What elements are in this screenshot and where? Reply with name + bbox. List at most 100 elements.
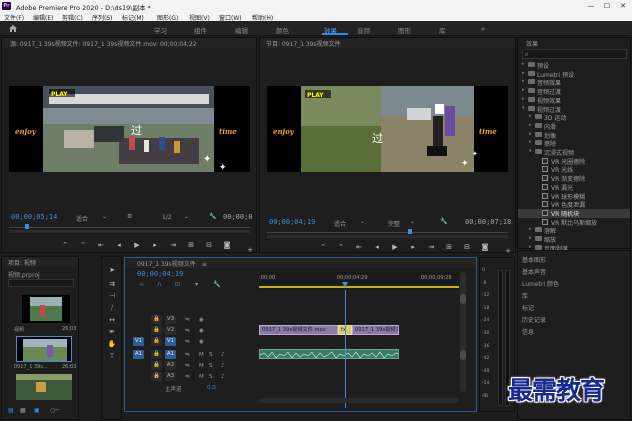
chevron-down-icon[interactable]: ▾ <box>522 105 525 111</box>
chevron-down-icon[interactable]: ⌄ <box>410 218 415 225</box>
chevron-right-icon[interactable]: ▸ <box>529 122 532 128</box>
step-back-icon[interactable]: ◂ <box>114 240 124 250</box>
track-lock-icon[interactable]: 🔒 <box>151 372 162 381</box>
go-to-in-icon[interactable]: ⇤ <box>96 240 106 250</box>
eye-icon[interactable]: ◉ <box>199 339 204 345</box>
project-thumbnail-2[interactable] <box>16 336 72 362</box>
chevron-right-icon[interactable]: ▸ <box>529 244 532 250</box>
timeline-header[interactable]: 0917_1 39s视频文件 ≡ <box>125 258 476 268</box>
lift-icon[interactable]: ⊞ <box>444 242 454 252</box>
workspace-more-icon[interactable]: » <box>481 25 485 33</box>
effects-tree-item[interactable]: VR 光线 <box>518 165 630 174</box>
effects-tree-item[interactable]: VR 随机块 <box>518 208 630 218</box>
camera-icon[interactable]: ◙ <box>480 242 490 252</box>
effects-search-input[interactable]: ⌕ <box>522 49 627 59</box>
eye-icon[interactable]: ◉ <box>199 317 204 323</box>
workspace-tab-color[interactable]: 颜色 <box>276 25 289 35</box>
track-name[interactable]: V1 <box>165 337 176 346</box>
workspace-tab-libraries[interactable]: 库 <box>439 25 446 35</box>
source-patch-v1[interactable]: V1 <box>133 337 144 346</box>
chevron-right-icon[interactable]: ▸ <box>522 61 525 67</box>
add-marker-icon[interactable]: ▾ <box>195 281 198 288</box>
step-forward-icon[interactable]: ▸ <box>408 242 418 252</box>
effects-tree-item[interactable]: VR 漏光 <box>518 183 630 192</box>
timeline-horizontal-scrollbar[interactable] <box>259 398 459 403</box>
slip-tool-icon[interactable]: ↔ <box>107 315 117 325</box>
minimize-button[interactable]: — <box>584 1 598 11</box>
mark-out-icon[interactable]: ⌃ <box>336 242 346 252</box>
overwrite-icon[interactable]: ⊟ <box>204 240 214 250</box>
icon-view-icon[interactable]: ▦ <box>20 407 26 414</box>
workspace-tab-learn[interactable]: 学习 <box>154 25 167 35</box>
program-fit-select[interactable]: 适合 <box>334 219 346 228</box>
sync-lock-icon[interactable]: ⇋ <box>185 363 190 369</box>
effects-tree-item[interactable]: ▾ 沉浸式视频 <box>518 148 630 157</box>
track-name[interactable]: V3 <box>165 315 176 324</box>
timeline-ruler[interactable]: :00;00 00;00;04;29 00;00;09;29 <box>259 272 459 290</box>
master-volume-value[interactable]: 0.0 <box>207 385 216 391</box>
effects-tree-item[interactable]: ▸ Lumetri 预设 <box>518 70 630 79</box>
clip-a1[interactable] <box>259 349 399 359</box>
program-monitor-header[interactable]: 节目: 0917_1 39s视频文件 <box>260 38 515 48</box>
razor-tool-icon[interactable]: ⧸ <box>107 303 117 313</box>
effects-tree-item[interactable]: ▸ 内滑 <box>518 122 630 131</box>
effects-tree-item[interactable]: ▸ 视频效果 <box>518 96 630 105</box>
track-lock-icon[interactable]: 🔒 <box>151 337 162 346</box>
effects-tree-item[interactable]: ▸ 溶解 <box>518 226 630 235</box>
home-icon[interactable] <box>8 24 18 33</box>
insert-icon[interactable]: ⊞ <box>186 240 196 250</box>
side-panel-libraries[interactable]: 库 <box>522 291 528 300</box>
track-name[interactable]: A1 <box>165 350 176 359</box>
linked-selection-icon[interactable]: ⊡ <box>175 281 180 288</box>
chevron-down-icon[interactable]: ⌄ <box>360 218 365 225</box>
clip-v2-b[interactable]: 0917_1 39s视频文件.mo <box>352 325 399 335</box>
camera-icon[interactable]: ◙ <box>222 240 232 250</box>
chevron-right-icon[interactable]: ▸ <box>529 139 532 145</box>
solo-button[interactable]: S <box>209 352 213 358</box>
effects-tree-item[interactable]: VR 色度泄漏 <box>518 200 630 209</box>
type-tool-icon[interactable]: T <box>107 351 117 361</box>
snap-icon[interactable]: ∩ <box>157 281 161 288</box>
scroll-handle[interactable] <box>460 294 466 304</box>
source-scrubber[interactable] <box>9 227 250 228</box>
track-name[interactable]: A3 <box>165 372 176 381</box>
eye-icon[interactable]: ◉ <box>199 328 204 334</box>
sync-lock-icon[interactable]: ⇋ <box>185 374 190 380</box>
track-name[interactable]: V2 <box>165 326 176 335</box>
side-panel-history[interactable]: 历史记录 <box>522 315 546 324</box>
mark-out-icon[interactable]: ⌃ <box>78 240 88 250</box>
ripple-edit-tool-icon[interactable]: ⊣ <box>107 291 117 301</box>
close-button[interactable]: ✕ <box>616 1 630 11</box>
go-to-in-icon[interactable]: ⇤ <box>354 242 364 252</box>
program-scrubber[interactable] <box>267 232 508 233</box>
chevron-right-icon[interactable]: ▸ <box>522 78 525 84</box>
scroll-handle[interactable] <box>460 350 466 360</box>
source-monitor-header[interactable]: 源: 0917_1 39s视频文件: 0917_1 39s视频文件.mov: 0… <box>2 38 256 48</box>
side-panel-lumetri-color[interactable]: Lumetri 颜色 <box>522 279 559 288</box>
timeline-timecode[interactable]: 00;00;04;19 <box>137 270 183 278</box>
track-select-tool-icon[interactable]: ⇉ <box>107 279 117 289</box>
effects-tree-item[interactable]: ▸ 音频效果 <box>518 78 630 87</box>
track-lock-icon[interactable]: 🔒 <box>151 326 162 335</box>
go-to-out-icon[interactable]: ⇥ <box>168 240 178 250</box>
source-settings-icon[interactable]: ⚙ <box>127 213 132 220</box>
play-icon[interactable]: ▶ <box>390 242 400 252</box>
timeline-settings-icon[interactable]: 🔧 <box>213 281 220 288</box>
chevron-right-icon[interactable]: ▸ <box>529 226 532 232</box>
chevron-right-icon[interactable]: ▸ <box>522 96 525 102</box>
sync-lock-icon[interactable]: ⇋ <box>185 328 190 334</box>
freeform-view-icon[interactable]: ▣ <box>34 407 40 414</box>
chevron-right-icon[interactable]: ▸ <box>522 70 525 76</box>
source-patch-a1[interactable]: A1 <box>133 350 144 359</box>
work-area-bar[interactable] <box>259 286 459 288</box>
maximize-button[interactable]: ☐ <box>600 1 614 11</box>
microphone-icon[interactable]: ♪ <box>221 352 225 358</box>
selection-tool-icon[interactable]: ➤ <box>107 265 117 275</box>
effects-tree-item[interactable]: ▾ 视频过渡 <box>518 105 630 114</box>
effects-tree-item[interactable]: VR 球形模糊 <box>518 192 630 201</box>
list-view-icon[interactable]: ▤ <box>8 407 14 414</box>
program-timecode-in[interactable]: 00;00;04;19 <box>269 218 315 226</box>
solo-button[interactable]: S <box>209 363 213 369</box>
solo-button[interactable]: S <box>209 374 213 380</box>
wrench-icon[interactable]: 🔧 <box>209 213 216 220</box>
